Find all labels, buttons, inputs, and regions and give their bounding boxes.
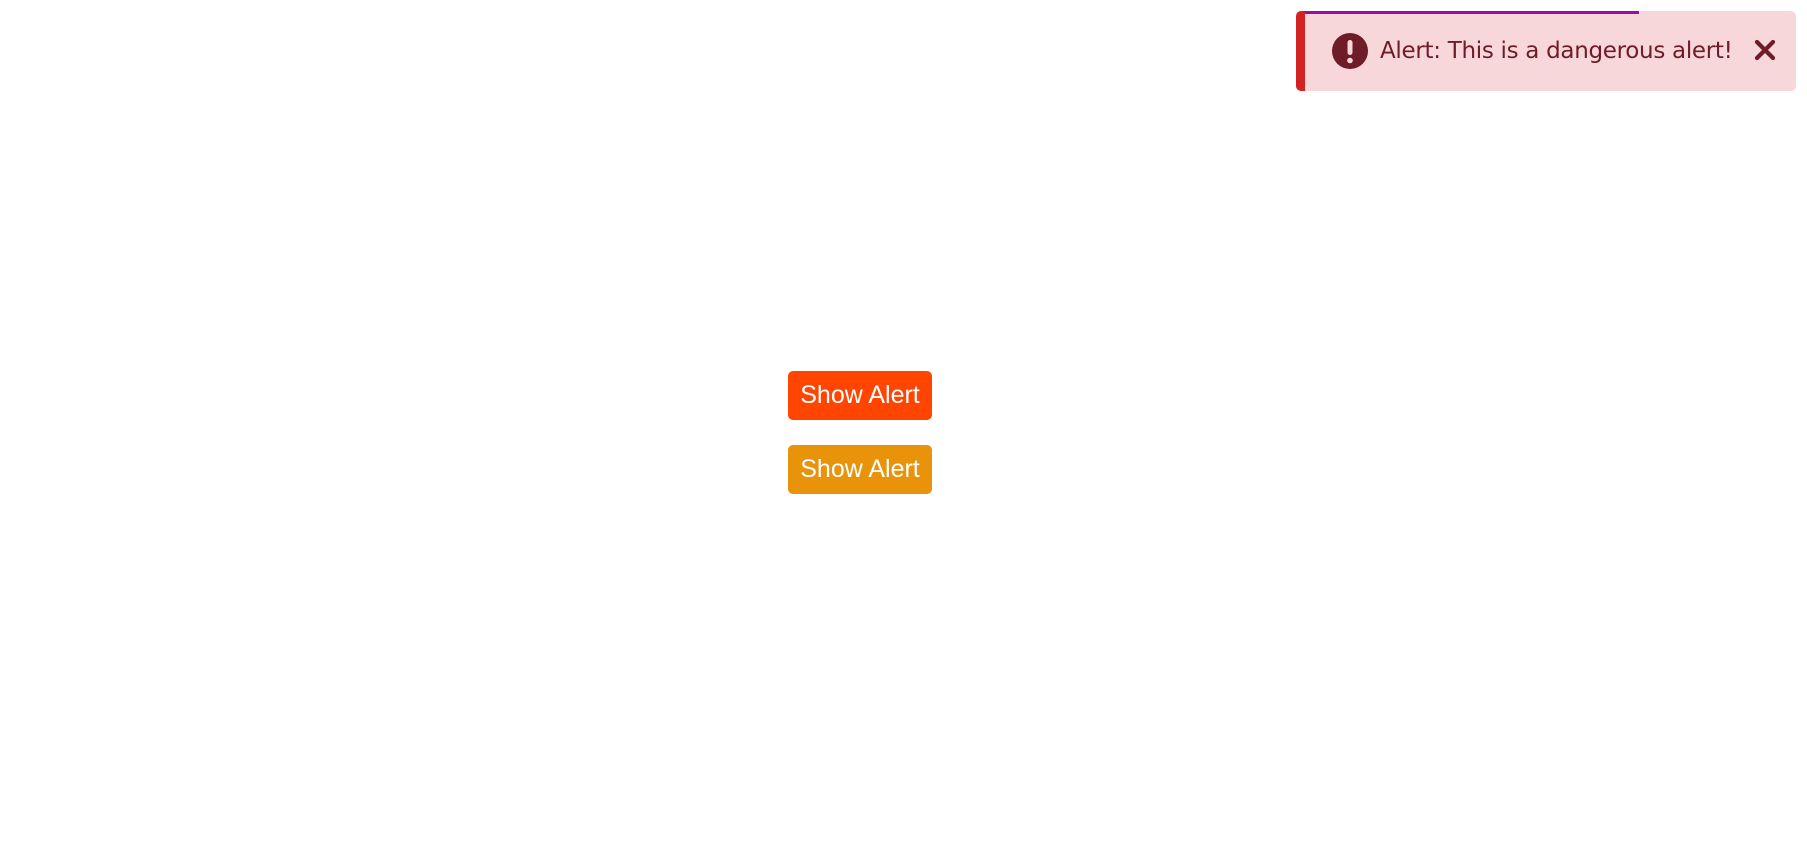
danger-alert-toast: Alert: This is a dangerous alert! (1296, 11, 1796, 91)
show-alert-button-2[interactable]: Show Alert (788, 445, 932, 494)
close-icon[interactable] (1752, 37, 1778, 63)
alert-accent-bar (1296, 11, 1305, 91)
alert-message: Alert: This is a dangerous alert! (1380, 38, 1733, 64)
exclamation-circle-icon (1332, 33, 1368, 69)
show-alert-button-1[interactable]: Show Alert (788, 371, 932, 420)
page: Alert: This is a dangerous alert! Show A… (0, 0, 1807, 847)
